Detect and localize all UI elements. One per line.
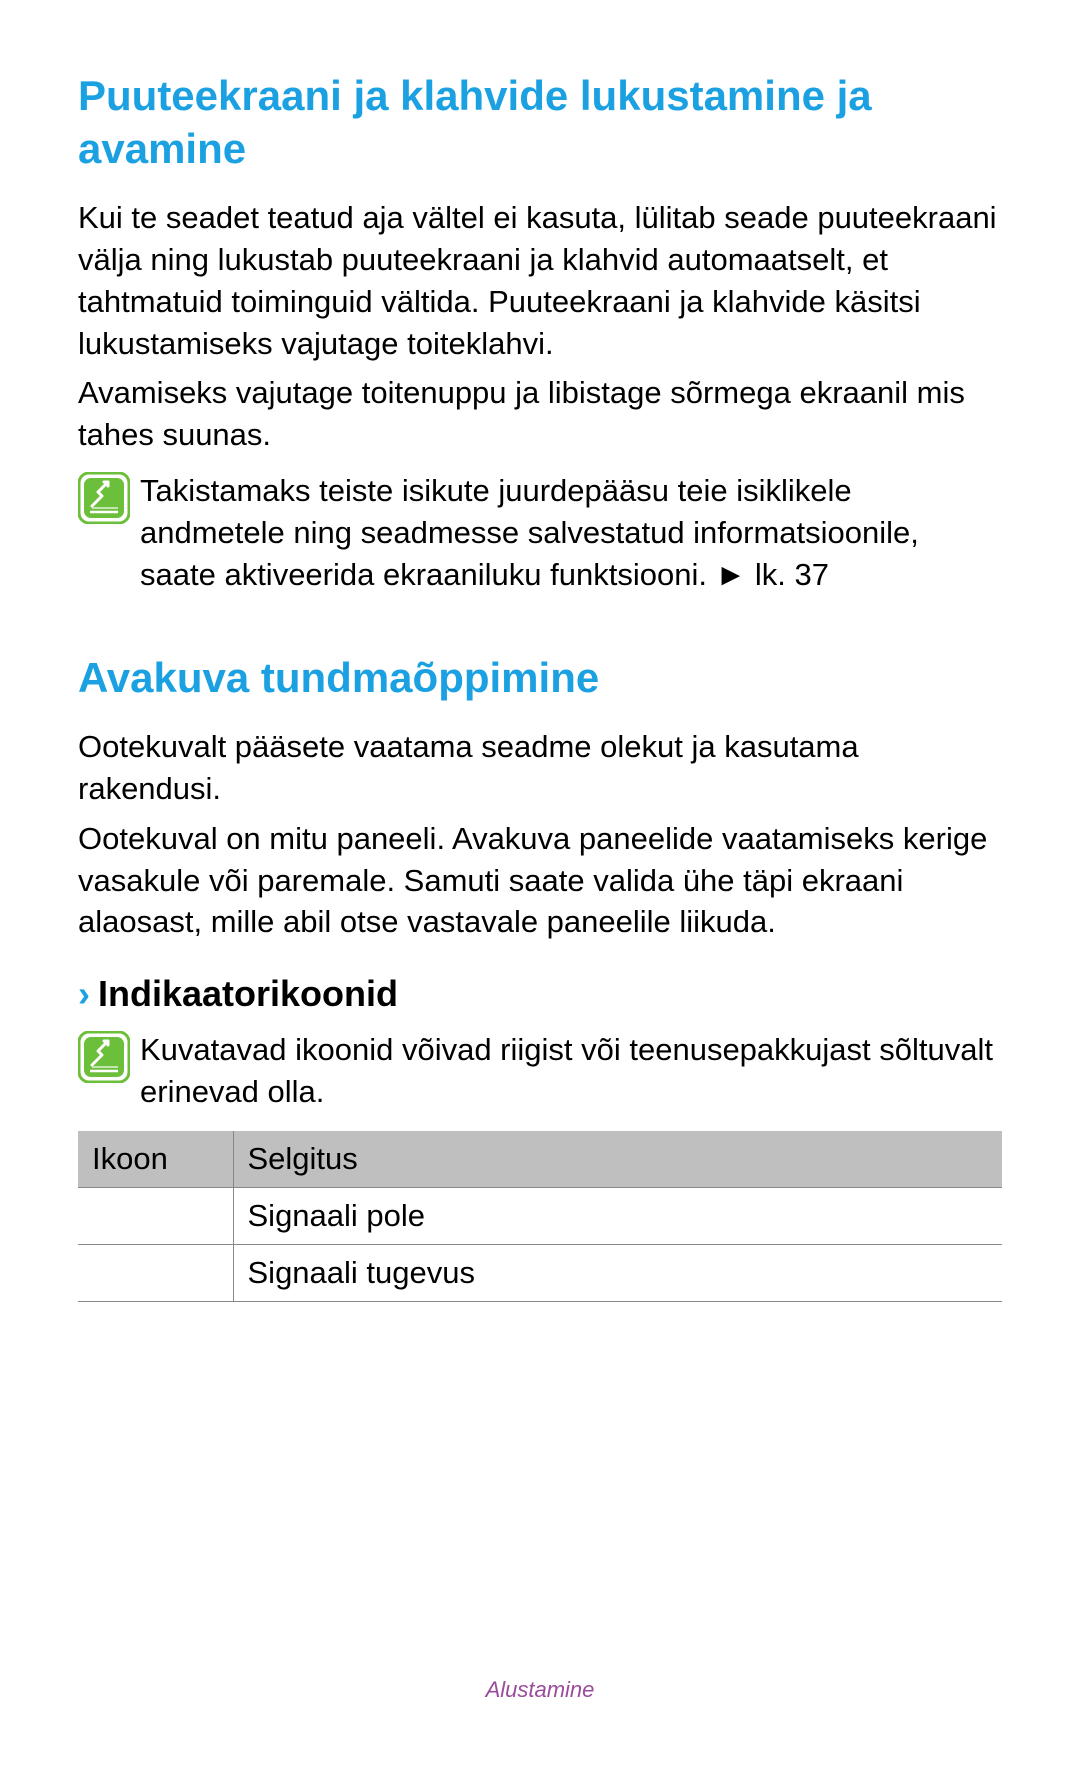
note-icon xyxy=(78,472,130,524)
indicator-table: Ikoon Selgitus Signaali pole Signaali tu… xyxy=(78,1131,1002,1302)
note-block-lock: Takistamaks teiste isikute juurdepääsu t… xyxy=(78,470,1002,596)
table-cell-icon xyxy=(78,1245,233,1302)
document-page: Puuteekraani ja klahvide lukustamine ja … xyxy=(0,0,1080,1302)
section-heading-lock: Puuteekraani ja klahvide lukustamine ja … xyxy=(78,70,1002,175)
section-heading-home: Avakuva tundmaõppimine xyxy=(78,652,1002,705)
note-block-indicators: Kuvatavad ikoonid võivad riigist või tee… xyxy=(78,1029,1002,1113)
page-footer: Alustamine xyxy=(0,1677,1080,1703)
paragraph-home-2: Ootekuval on mitu paneeli. Avakuva panee… xyxy=(78,818,1002,944)
chevron-right-icon: › xyxy=(78,973,90,1015)
table-header-desc: Selgitus xyxy=(233,1131,1002,1188)
paragraph-lock-1: Kui te seadet teatud aja vältel ei kasut… xyxy=(78,197,1002,364)
table-header-icon: Ikoon xyxy=(78,1131,233,1188)
paragraph-lock-2: Avamiseks vajutage toitenuppu ja libista… xyxy=(78,372,1002,456)
note-icon xyxy=(78,1031,130,1083)
note-text-indicators: Kuvatavad ikoonid võivad riigist või tee… xyxy=(140,1029,1002,1113)
table-row: Signaali pole xyxy=(78,1188,1002,1245)
table-cell-desc: Signaali tugevus xyxy=(233,1245,1002,1302)
subheading-indicators: Indikaatorikoonid xyxy=(98,973,398,1015)
paragraph-home-1: Ootekuvalt pääsete vaatama seadme olekut… xyxy=(78,726,1002,810)
table-cell-icon xyxy=(78,1188,233,1245)
table-cell-desc: Signaali pole xyxy=(233,1188,1002,1245)
table-row: Signaali tugevus xyxy=(78,1245,1002,1302)
subheading-row: › Indikaatorikoonid xyxy=(78,973,1002,1015)
table-header-row: Ikoon Selgitus xyxy=(78,1131,1002,1188)
note-text-lock: Takistamaks teiste isikute juurdepääsu t… xyxy=(140,470,1002,596)
